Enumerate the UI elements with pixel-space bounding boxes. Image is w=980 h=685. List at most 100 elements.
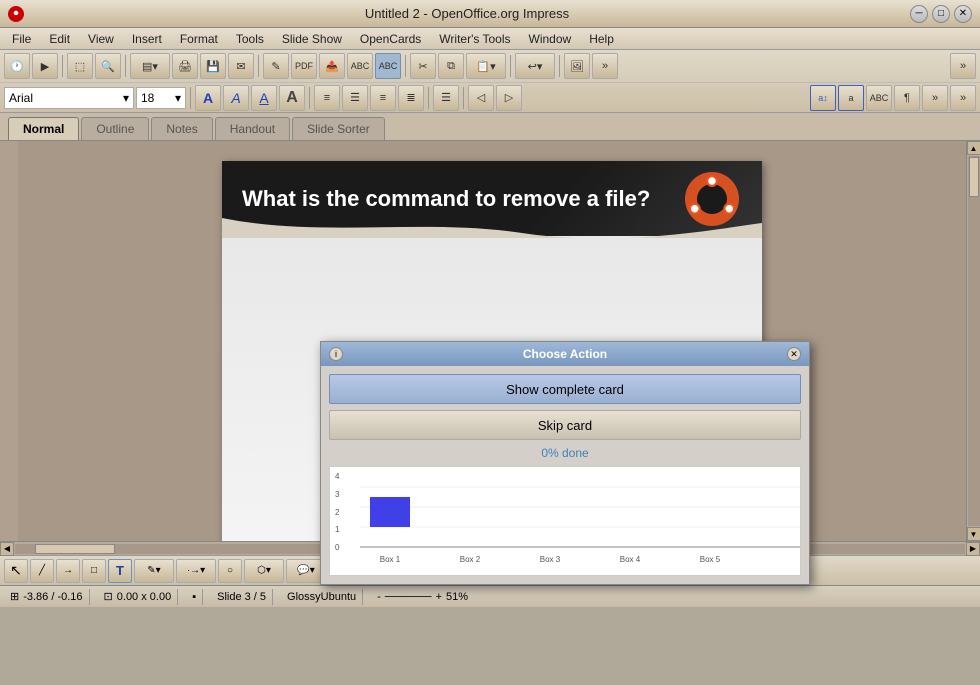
menu-edit[interactable]: Edit [41,30,78,48]
extra-format-icon[interactable]: » [922,85,948,111]
align-justify-icon[interactable]: ≣ [398,85,424,111]
menubar: File Edit View Insert Format Tools Slide… [0,28,980,50]
tab-notes[interactable]: Notes [151,117,212,140]
maximize-button[interactable]: □ [932,5,950,23]
text-field-icon[interactable]: a↕ [810,85,836,111]
scroll-thumb[interactable] [969,157,979,197]
tab-slide-sorter[interactable]: Slide Sorter [292,117,385,140]
menu-tools[interactable]: Tools [228,30,272,48]
menu-writers-tools[interactable]: Writer's Tools [431,30,518,48]
coords-value: -3.86 / -0.16 [23,591,82,603]
scroll-down-arrow[interactable]: ▼ [967,527,980,541]
separator-1 [62,55,63,77]
dialog-close-btn[interactable]: ✕ [787,347,801,361]
scroll-track[interactable] [968,156,980,526]
text-box-icon[interactable]: ▤▾ [130,53,170,79]
decrease-indent-icon[interactable]: ◁ [468,85,494,111]
save-icon[interactable]: 💾 [200,53,226,79]
dialog-info-btn[interactable]: i [329,347,343,361]
menu-window[interactable]: Window [521,30,580,48]
tab-normal[interactable]: Normal [8,117,79,140]
menu-file[interactable]: File [4,30,39,48]
font-shadow-a-icon[interactable]: A [279,85,305,111]
extra-icon[interactable]: » [950,53,976,79]
email-icon[interactable]: ✉ [228,53,254,79]
vertical-scrollbar[interactable]: ▲ ▼ [966,141,980,541]
paragraph-icon[interactable]: ¶ [894,85,920,111]
font-size-dropdown[interactable]: 18 ▾ [136,87,186,109]
align-left-icon[interactable]: ≡ [314,85,340,111]
dialog-titlebar: i Choose Action ✕ [321,342,809,366]
align-right-icon[interactable]: ≡ [370,85,396,111]
status-indicator: ▪ [186,589,203,605]
increase-indent-icon[interactable]: ▷ [496,85,522,111]
select-frame-icon[interactable]: ⬚ [67,53,93,79]
bullets-icon[interactable]: ☰ [433,85,459,111]
scroll-h-thumb[interactable] [35,544,115,554]
separator-6 [559,55,560,77]
close-button[interactable]: ✕ [954,5,972,23]
font-name-dropdown[interactable]: Arial ▾ [4,87,134,109]
abc-check-icon[interactable]: ABC [866,85,892,111]
rectangle-tool-btn[interactable]: □ [82,559,106,583]
arrow-tool-btn[interactable]: → [56,559,80,583]
scroll-left-arrow[interactable]: ◀ [0,542,14,556]
menu-format[interactable]: Format [172,30,226,48]
export-pdf-icon[interactable]: PDF [291,53,317,79]
zoom-out-icon[interactable]: - [377,591,381,603]
slide-header: What is the command to remove a file? [222,161,762,236]
char-format-icon[interactable]: a [838,85,864,111]
coords-icon: ⊞ [10,590,19,603]
tab-bar: Normal Outline Notes Handout Slide Sorte… [0,113,980,141]
scroll-right-arrow[interactable]: ▶ [966,542,980,556]
zoom-slider[interactable]: ────── [385,591,432,603]
scroll-up-arrow[interactable]: ▲ [967,141,980,155]
menu-view[interactable]: View [80,30,122,48]
line-tool-btn[interactable]: ╱ [30,559,54,583]
separator-4 [405,55,406,77]
connector-tool-btn[interactable]: ·→▾ [176,559,216,583]
font-underline-a-icon[interactable]: A [251,85,277,111]
zoom-icon[interactable]: 🔍 [95,53,121,79]
zoom-in-icon[interactable]: + [436,591,442,603]
align-center-icon[interactable]: ☰ [342,85,368,111]
tab-outline[interactable]: Outline [81,117,149,140]
edit-icon[interactable]: ✎ [263,53,289,79]
menu-insert[interactable]: Insert [124,30,170,48]
dialog-title: Choose Action [523,347,607,361]
extra-format2-icon[interactable]: » [950,85,976,111]
menu-help[interactable]: Help [581,30,622,48]
ellipse-tool-btn[interactable]: ○ [218,559,242,583]
select-tool-btn[interactable]: ↖ [4,559,28,583]
autocorrect-icon[interactable]: ABC [375,53,401,79]
cut-icon[interactable]: ✂ [410,53,436,79]
show-complete-card-button[interactable]: Show complete card [329,374,801,404]
window-controls[interactable]: ─ □ ✕ [910,5,972,23]
menu-opencards[interactable]: OpenCards [352,30,429,48]
progress-status: 0% done [329,446,801,460]
separator-5 [510,55,511,77]
skip-card-button[interactable]: Skip card [329,410,801,440]
font-italic-a-icon[interactable]: A [223,85,249,111]
paste-icon[interactable]: 📋▾ [466,53,506,79]
app-icon: ⏺ [8,6,24,22]
undo-icon[interactable]: ↩▾ [515,53,555,79]
text-tool-btn[interactable]: T [108,559,132,583]
menu-slideshow[interactable]: Slide Show [274,30,350,48]
font-color-a-icon[interactable]: A [195,85,221,111]
gallery-icon[interactable]: 🖼 [564,53,590,79]
tab-handout[interactable]: Handout [215,117,290,140]
3d-tool-btn[interactable]: ⬡▾ [244,559,284,583]
spellcheck-icon[interactable]: ABC [347,53,373,79]
window-title: Untitled 2 - OpenOffice.org Impress [24,6,910,21]
print-preview-icon[interactable]: 🖨 [172,53,198,79]
export-icon[interactable]: 📤 [319,53,345,79]
clock-icon[interactable]: 🕐 [4,53,30,79]
separator-2 [125,55,126,77]
copy-icon[interactable]: ⧉ [438,53,464,79]
curve-tool-btn[interactable]: ✎▾ [134,559,174,583]
more-icon[interactable]: » [592,53,618,79]
forward-icon[interactable]: ▶ [32,53,58,79]
minimize-button[interactable]: ─ [910,5,928,23]
status-slide: Slide 3 / 5 [211,589,273,605]
